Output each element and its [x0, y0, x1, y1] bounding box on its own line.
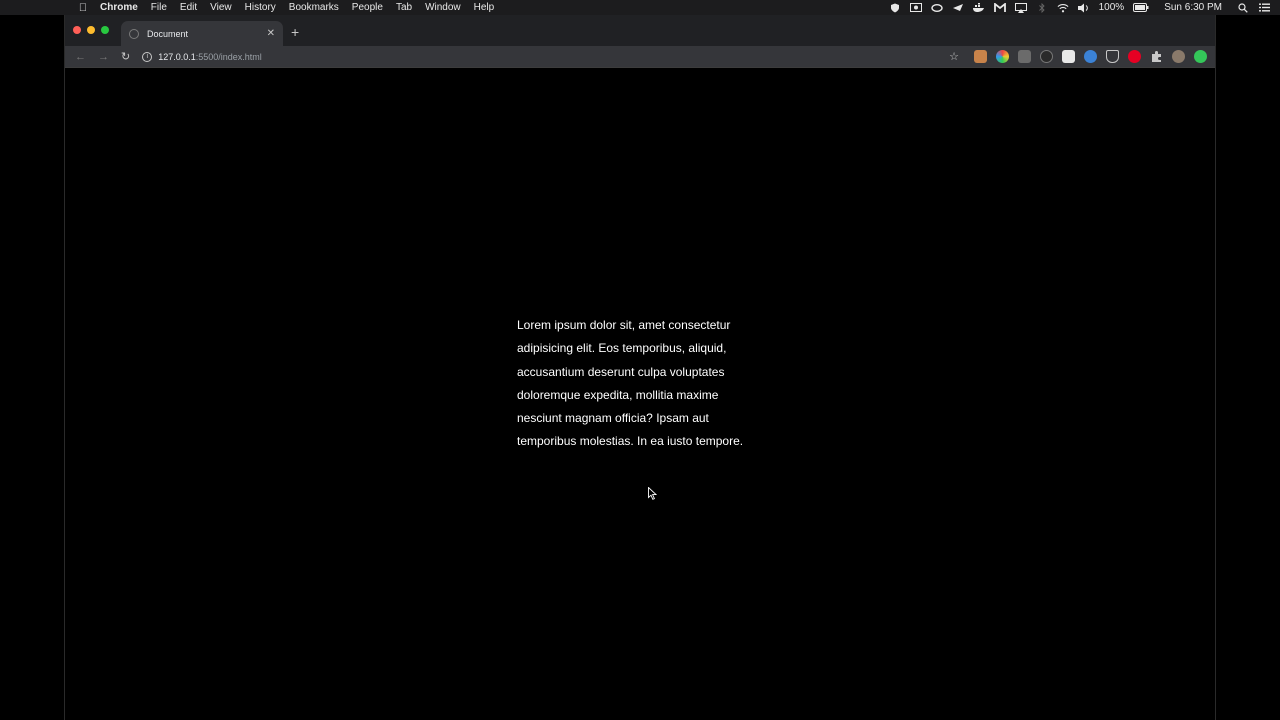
clock[interactable]: Sun 6:30 PM	[1164, 2, 1222, 13]
mouse-pointer-icon	[648, 486, 658, 505]
menu-people[interactable]: People	[352, 2, 383, 13]
list-icon[interactable]	[1258, 3, 1270, 13]
extension-orange-icon[interactable]	[974, 50, 987, 63]
wifi-icon[interactable]	[1057, 3, 1069, 13]
new-tab-icon[interactable]: +	[291, 24, 299, 40]
volume-icon[interactable]	[1078, 3, 1090, 13]
profile-avatar-icon[interactable]	[1172, 50, 1185, 63]
battery-icon[interactable]	[1133, 3, 1149, 13]
extension-blue-icon[interactable]	[1084, 50, 1097, 63]
paper-plane-icon[interactable]	[952, 3, 964, 13]
tab-strip: Document ✕ +	[65, 15, 1215, 46]
forward-arrow-icon[interactable]: →	[98, 51, 109, 63]
lorem-paragraph: Lorem ipsum dolor sit, amet consectetur …	[517, 318, 744, 449]
reload-icon[interactable]: ↻	[121, 50, 130, 63]
url-host: 127.0.0.1	[158, 51, 196, 62]
address-bar[interactable]: i 127.0.0.1:5500/index.html	[142, 51, 262, 62]
status-area: 100% Sun 6:30 PM	[889, 0, 1270, 15]
airplay-icon[interactable]	[1014, 2, 1027, 13]
menu-file[interactable]: File	[151, 2, 167, 13]
menu-edit[interactable]: Edit	[180, 2, 197, 13]
browser-toolbar: ← → ↻ i 127.0.0.1:5500/index.html ☆	[65, 46, 1215, 68]
search-icon[interactable]	[1237, 2, 1249, 13]
toolbar-extensions: ☆	[949, 50, 1207, 63]
pocket-icon[interactable]	[1106, 50, 1119, 63]
browser-window: Document ✕ + ← → ↻ i 127.0.0.1:5500/inde…	[64, 15, 1216, 720]
window-controls	[73, 26, 109, 34]
malwarebytes-icon[interactable]	[993, 2, 1006, 13]
globe-icon	[129, 28, 139, 39]
menu-help[interactable]: Help	[474, 2, 495, 13]
pinterest-icon[interactable]	[1128, 50, 1141, 63]
tab-title: Document	[147, 28, 189, 39]
url-path: :5500/index.html	[195, 51, 262, 62]
menu-history[interactable]: History	[245, 2, 276, 13]
shield-icon[interactable]	[889, 3, 901, 13]
tab-document[interactable]: Document ✕	[121, 21, 283, 46]
close-tab-icon[interactable]: ✕	[267, 28, 275, 39]
minimize-window-button[interactable]	[87, 26, 95, 34]
docker-icon[interactable]	[972, 3, 985, 13]
extension-grey-icon[interactable]	[1018, 50, 1031, 63]
info-icon[interactable]: i	[142, 51, 153, 62]
bookmark-star-icon[interactable]: ☆	[949, 50, 959, 63]
screen-record-icon[interactable]	[909, 3, 922, 13]
apple-menu-icon[interactable]: 	[76, 2, 90, 14]
back-arrow-icon[interactable]: ←	[75, 51, 86, 63]
navigation-buttons: ← → ↻	[75, 50, 130, 64]
close-window-button[interactable]	[73, 26, 81, 34]
extension-green-icon[interactable]	[1194, 50, 1207, 63]
menu-window[interactable]: Window	[425, 2, 461, 13]
extension-color-picker-icon[interactable]	[996, 50, 1009, 63]
menu-app-name[interactable]: Chrome	[100, 2, 138, 13]
menu-view[interactable]: View	[210, 2, 232, 13]
battery-percent: 100%	[1098, 2, 1125, 13]
menu-tab[interactable]: Tab	[396, 2, 412, 13]
extension-dark-icon[interactable]	[1040, 50, 1053, 63]
creative-cloud-icon[interactable]	[930, 3, 943, 13]
macos-menu-bar:  Chrome File Edit View History Bookmark…	[0, 0, 1280, 15]
bluetooth-icon[interactable]	[1036, 2, 1048, 13]
extension-white-icon[interactable]	[1062, 50, 1075, 63]
menu-bookmarks[interactable]: Bookmarks	[289, 2, 339, 13]
page-content: Lorem ipsum dolor sit, amet consectetur …	[65, 68, 1215, 720]
puzzle-icon[interactable]	[1150, 50, 1163, 63]
maximize-window-button[interactable]	[101, 26, 109, 34]
